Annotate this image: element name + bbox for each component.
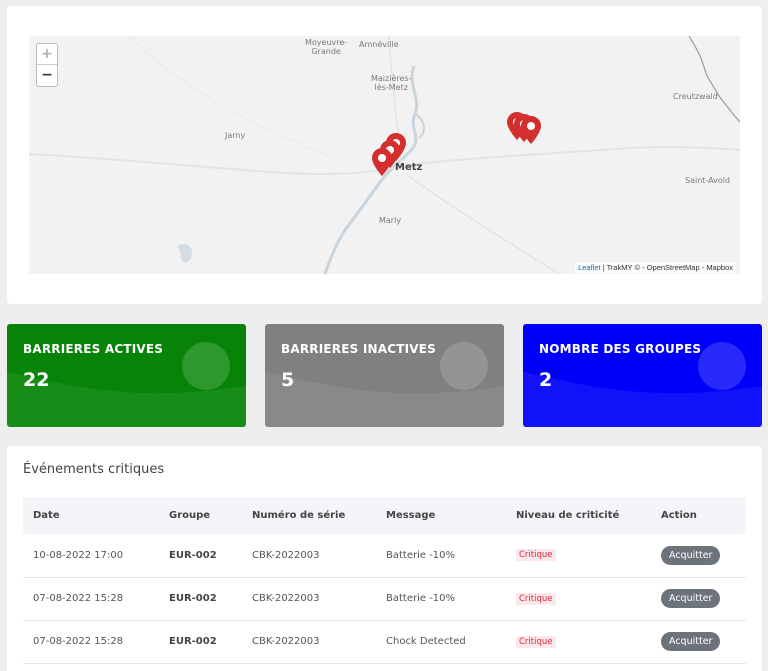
acquitter-button[interactable]: Acquitter bbox=[661, 632, 721, 651]
critique-badge: Critique bbox=[516, 635, 556, 648]
map-marker-icon[interactable] bbox=[372, 148, 392, 176]
stat-card-groups: NOMBRE DES GROUPES 2 bbox=[523, 324, 762, 427]
column-header-group: Groupe bbox=[169, 510, 211, 521]
cell-level: Critique bbox=[506, 620, 651, 664]
acquitter-button[interactable]: Acquitter bbox=[661, 545, 721, 565]
events-table: Date Groupe Numéro de série Message Nive… bbox=[23, 497, 746, 664]
stat-card-active: BARRIERES ACTIVES 22 bbox=[7, 324, 246, 427]
table-header-row: Date Groupe Numéro de série Message Nive… bbox=[23, 497, 746, 534]
cell-serial: CBK-2022003 bbox=[242, 620, 376, 664]
cell-date: 07-08-2022 15:28 bbox=[23, 577, 159, 621]
stat-title: NOMBRE DES GROUPES bbox=[539, 342, 702, 356]
map-card: + − Moyeuvre- Grande Amnéville Maizières… bbox=[7, 6, 762, 304]
cell-action: Acquitter bbox=[651, 620, 746, 664]
table-row: 07-08-2022 15:28 EUR-002 CBK-2022003 Bat… bbox=[23, 577, 746, 621]
table-row: 10-08-2022 17:00 EUR-002 CBK-2022003 Bat… bbox=[23, 534, 746, 578]
column-header-action: Action bbox=[661, 510, 697, 521]
cell-level: Critique bbox=[506, 577, 651, 621]
cell-level: Critique bbox=[506, 534, 651, 578]
stat-value: 2 bbox=[539, 369, 553, 391]
cell-serial: CBK-2022003 bbox=[242, 534, 376, 578]
cell-group: EUR-002 bbox=[159, 620, 242, 664]
city-label-marly: Marly bbox=[379, 216, 402, 225]
attribution-text: | TrakMY © - OpenStreetMap - Mapbox bbox=[600, 263, 733, 272]
cell-date: 07-08-2022 15:28 bbox=[23, 620, 159, 664]
cell-action: Acquitter bbox=[651, 534, 746, 578]
column-header-message: Message bbox=[386, 510, 436, 521]
map-attribution: Leaflet | TrakMY © - OpenStreetMap - Map… bbox=[575, 262, 736, 273]
critique-badge: Critique bbox=[516, 592, 556, 605]
stat-title: BARRIERES INACTIVES bbox=[281, 342, 437, 356]
stat-card-inactive: BARRIERES INACTIVES 5 bbox=[265, 324, 504, 427]
cell-group: EUR-002 bbox=[159, 577, 242, 621]
map[interactable]: + − Moyeuvre- Grande Amnéville Maizières… bbox=[29, 36, 740, 274]
city-label-amneville: Amnéville bbox=[359, 40, 399, 49]
cell-action: Acquitter bbox=[651, 577, 746, 621]
leaflet-link[interactable]: Leaflet bbox=[578, 263, 601, 272]
city-label-creutzwald: Creutzwald bbox=[673, 92, 718, 101]
events-title: Événements critiques bbox=[23, 462, 165, 477]
zoom-control: + − bbox=[36, 43, 58, 87]
cell-date: 10-08-2022 17:00 bbox=[23, 534, 159, 578]
cell-message: Batterie -10% bbox=[376, 577, 506, 621]
column-header-serial: Numéro de série bbox=[252, 510, 346, 521]
table-row: 07-08-2022 15:28 EUR-002 CBK-2022003 Cho… bbox=[23, 620, 746, 664]
map-marker-icon[interactable] bbox=[521, 116, 541, 144]
circle-decoration bbox=[698, 342, 746, 390]
stat-value: 5 bbox=[281, 369, 295, 391]
events-card: Événements critiques Date Groupe Numéro … bbox=[7, 446, 762, 671]
column-header-date: Date bbox=[33, 510, 60, 521]
city-label-saint-avold: Saint-Avold bbox=[685, 176, 731, 185]
stat-title: BARRIERES ACTIVES bbox=[23, 342, 164, 356]
cell-serial: CBK-2022003 bbox=[242, 577, 376, 621]
city-label-jarny: Jarny bbox=[225, 131, 246, 140]
critique-badge: Critique bbox=[516, 549, 556, 562]
zoom-out-button[interactable]: − bbox=[37, 65, 57, 86]
zoom-in-button[interactable]: + bbox=[37, 44, 57, 65]
city-label-moyeuvre: Moyeuvre- Grande bbox=[305, 38, 348, 56]
cell-group: EUR-002 bbox=[159, 534, 242, 578]
cell-message: Chock Detected bbox=[376, 620, 506, 664]
circle-decoration bbox=[182, 342, 230, 390]
stat-value: 22 bbox=[23, 369, 50, 391]
city-label-maizieres: Maizières- lès-Metz bbox=[371, 74, 412, 92]
cell-message: Batterie -10% bbox=[376, 534, 506, 578]
acquitter-button[interactable]: Acquitter bbox=[661, 589, 721, 608]
circle-decoration bbox=[440, 342, 488, 390]
column-header-level: Niveau de criticité bbox=[516, 510, 620, 521]
